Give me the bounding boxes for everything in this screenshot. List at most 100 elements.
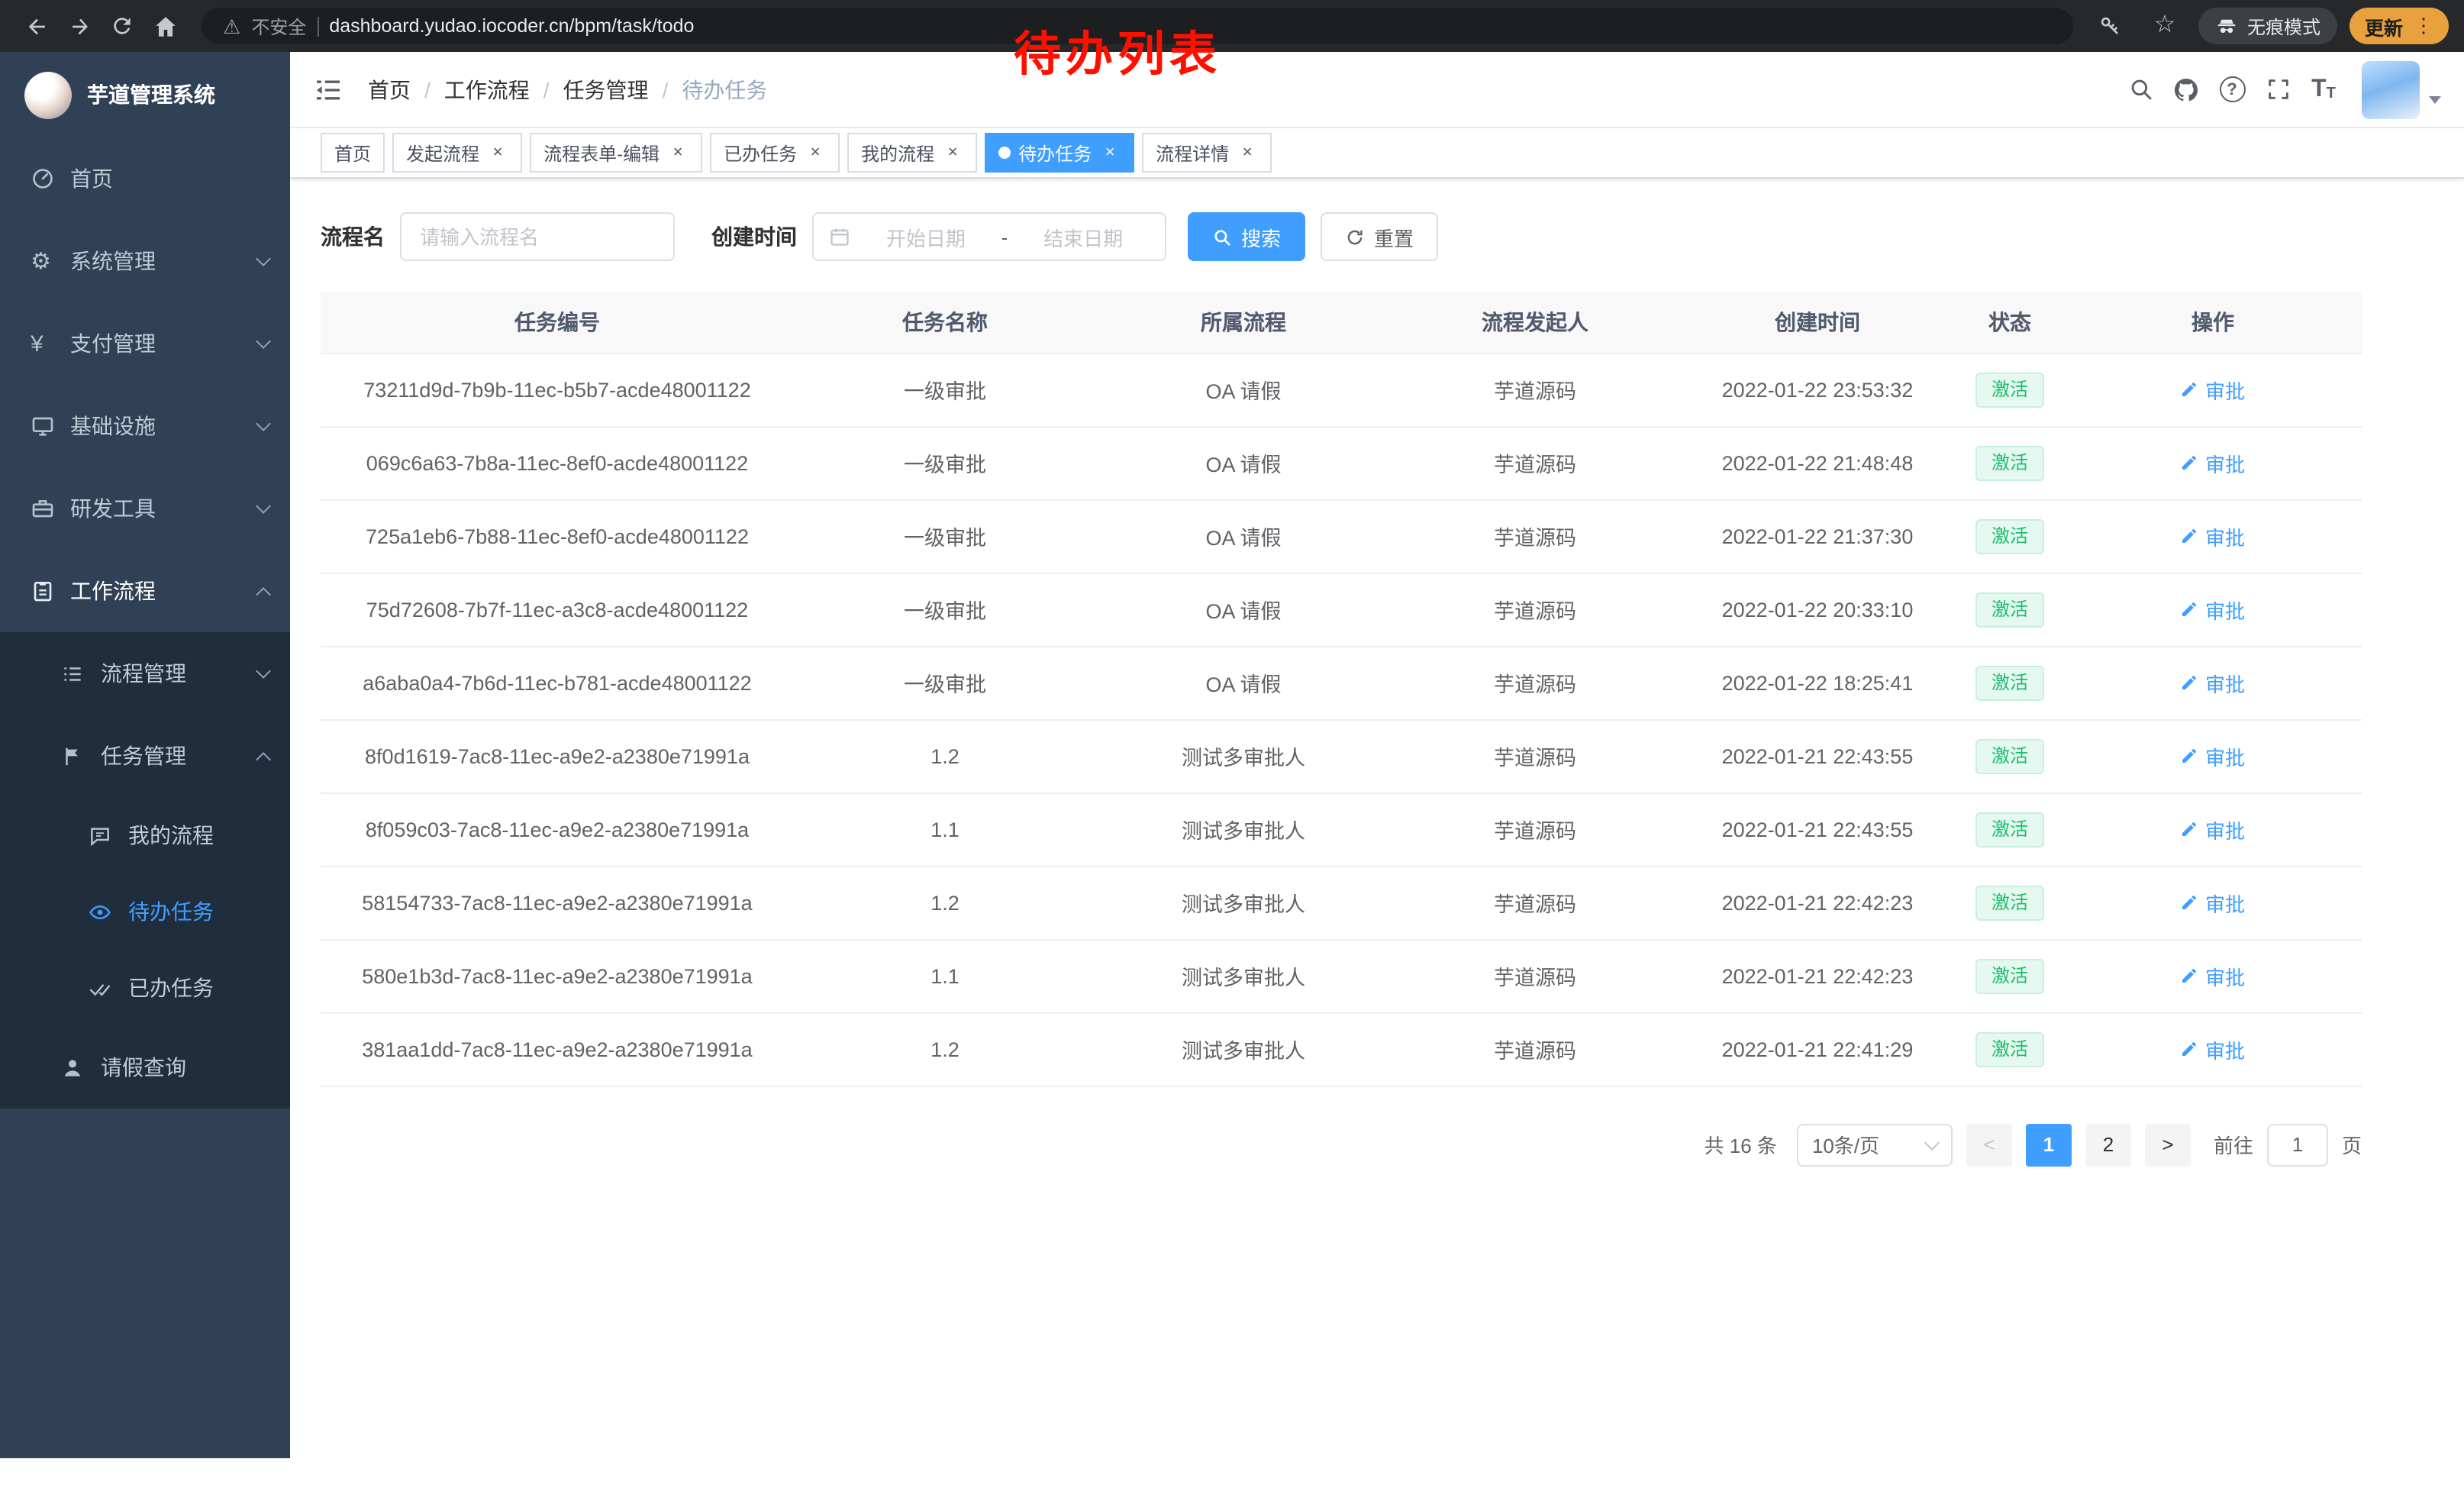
breadcrumb-item-current: 待办任务 [682,74,767,105]
bookmark-star-icon[interactable]: ☆ [2143,5,2186,47]
tab-close-icon[interactable]: × [1237,142,1258,163]
approve-link[interactable]: 审批 [2181,741,2245,770]
status-badge: 激活 [1976,958,2043,993]
pencil-icon [2181,600,2199,618]
sidebar-item-my-process[interactable]: 我的流程 [0,797,290,873]
approve-link[interactable]: 审批 [2181,521,2245,550]
cell-task-id: 73211d9d-7b9b-11ec-b5b7-acde48001122 [321,353,794,426]
help-icon[interactable]: ? [2209,66,2255,112]
approve-link[interactable]: 审批 [2181,595,2245,624]
user-avatar[interactable] [2362,60,2420,118]
app-logo[interactable]: 芋道管理系统 [0,52,290,137]
cell-process: 测试多审批人 [1096,792,1391,866]
approve-link[interactable]: 审批 [2181,1035,2245,1064]
sidebar-item-label: 系统管理 [70,246,258,276]
start-date-placeholder[interactable]: 开始日期 [859,222,992,251]
browser-update-button[interactable]: 更新 ⋮ [2350,8,2449,44]
password-key-icon[interactable] [2088,5,2131,47]
fullscreen-icon[interactable] [2255,66,2301,112]
sidebar-item-todo-tasks[interactable]: 待办任务 [0,873,290,950]
github-icon[interactable] [2163,66,2209,112]
browser-reload-icon[interactable] [101,5,144,47]
gear-icon: ⚙ [31,250,70,273]
search-button[interactable]: 搜索 [1188,212,1305,261]
approve-link[interactable]: 审批 [2181,961,2245,990]
browser-home-icon[interactable] [144,5,186,47]
font-size-icon[interactable]: TT [2301,66,2346,112]
next-page-button[interactable]: > [2145,1123,2191,1166]
tab-process-detail[interactable]: 流程详情 × [1142,133,1272,173]
list-icon [61,662,101,685]
page-button-1[interactable]: 1 [2026,1123,2072,1166]
sidebar-item-workflow[interactable]: 工作流程 [0,550,290,632]
date-range-picker[interactable]: 开始日期 - 结束日期 [812,212,1166,261]
sidebar-item-system[interactable]: ⚙ 系统管理 [0,220,290,302]
goto-page-input[interactable] [2267,1123,2328,1166]
tab-close-icon[interactable]: × [942,142,963,163]
tab-close-icon[interactable]: × [1099,142,1121,163]
pencil-icon [2181,380,2199,399]
annotation-overlay-text: 待办列表 [1014,15,1221,84]
approve-link[interactable]: 审批 [2181,668,2245,697]
tab-my-process[interactable]: 我的流程 × [847,133,977,173]
page-button-2[interactable]: 2 [2085,1123,2131,1166]
sidebar-item-leave-query[interactable]: 请假查询 [0,1026,290,1109]
cell-process: 测试多审批人 [1096,939,1391,1012]
avatar-caret-icon[interactable] [2429,96,2441,104]
tab-start-process[interactable]: 发起流程 × [392,133,522,173]
process-name-input[interactable] [400,212,675,261]
cell-create-time: 2022-01-22 18:25:41 [1679,646,1956,719]
sidebar-item-done-tasks[interactable]: 已办任务 [0,950,290,1026]
sidebar-item-payment[interactable]: ¥ 支付管理 [0,302,290,385]
end-date-placeholder[interactable]: 结束日期 [1017,222,1150,251]
prev-page-button[interactable]: < [1966,1123,2012,1166]
sidebar-item-home[interactable]: 首页 [0,137,290,220]
breadcrumb-item-home[interactable]: 首页 [368,74,411,105]
calendar-icon [829,226,850,247]
cell-starter: 芋道源码 [1391,353,1679,426]
sidebar-item-devtools[interactable]: 研发工具 [0,467,290,550]
sidebar-collapse-icon[interactable] [313,74,343,105]
browser-forward-icon[interactable] [58,5,101,47]
pagination-total: 共 16 条 [1704,1130,1777,1159]
approve-link[interactable]: 审批 [2181,375,2245,404]
tab-close-icon[interactable]: × [487,142,508,163]
security-warning-icon: ⚠ [223,16,240,36]
sidebar-item-task-management[interactable]: 任务管理 [0,715,290,797]
tab-home[interactable]: 首页 [321,133,385,173]
cell-task-name: 一级审批 [794,426,1096,499]
approve-link[interactable]: 审批 [2181,888,2245,917]
tab-todo-tasks[interactable]: 待办任务 × [985,133,1134,173]
browser-menu-dots-icon[interactable]: ⋮ [2414,14,2433,38]
sidebar-item-label: 支付管理 [70,328,258,359]
page-size-select[interactable]: 10条/页 [1797,1123,1953,1166]
approve-link[interactable]: 审批 [2181,815,2245,844]
tab-form-edit[interactable]: 流程表单-编辑 × [530,133,702,173]
tab-close-icon[interactable]: × [805,142,826,163]
cell-starter: 芋道源码 [1391,426,1679,499]
incognito-badge: 无痕模式 [2198,8,2337,44]
breadcrumb-item-task-management[interactable]: 任务管理 [563,74,649,105]
table-row: 8f059c03-7ac8-11ec-a9e2-a2380e71991a 1.1… [321,792,2362,866]
pencil-icon [2181,527,2199,545]
cell-process: OA 请假 [1096,573,1391,646]
browser-back-icon[interactable] [15,5,58,47]
cell-process: 测试多审批人 [1096,1012,1391,1086]
approve-link[interactable]: 审批 [2181,448,2245,477]
tab-label: 首页 [334,140,371,166]
cell-task-name: 1.1 [794,792,1096,866]
active-tab-dot [998,147,1011,159]
tab-close-icon[interactable]: × [667,142,689,163]
breadcrumb-separator: / [663,77,669,102]
reset-button[interactable]: 重置 [1321,212,1438,261]
breadcrumb-item-workflow[interactable]: 工作流程 [444,74,530,105]
cell-task-name: 一级审批 [794,646,1096,719]
date-range-separator: - [1001,225,1008,248]
tab-done-tasks[interactable]: 已办任务 × [710,133,840,173]
sidebar-item-process-management[interactable]: 流程管理 [0,632,290,715]
flag-icon [61,744,101,767]
sidebar-item-infrastructure[interactable]: 基础设施 [0,385,290,467]
cell-task-id: 75d72608-7b7f-11ec-a3c8-acde48001122 [321,573,794,646]
table-row: 069c6a63-7b8a-11ec-8ef0-acde48001122 一级审… [321,426,2362,499]
search-icon[interactable] [2117,66,2163,112]
